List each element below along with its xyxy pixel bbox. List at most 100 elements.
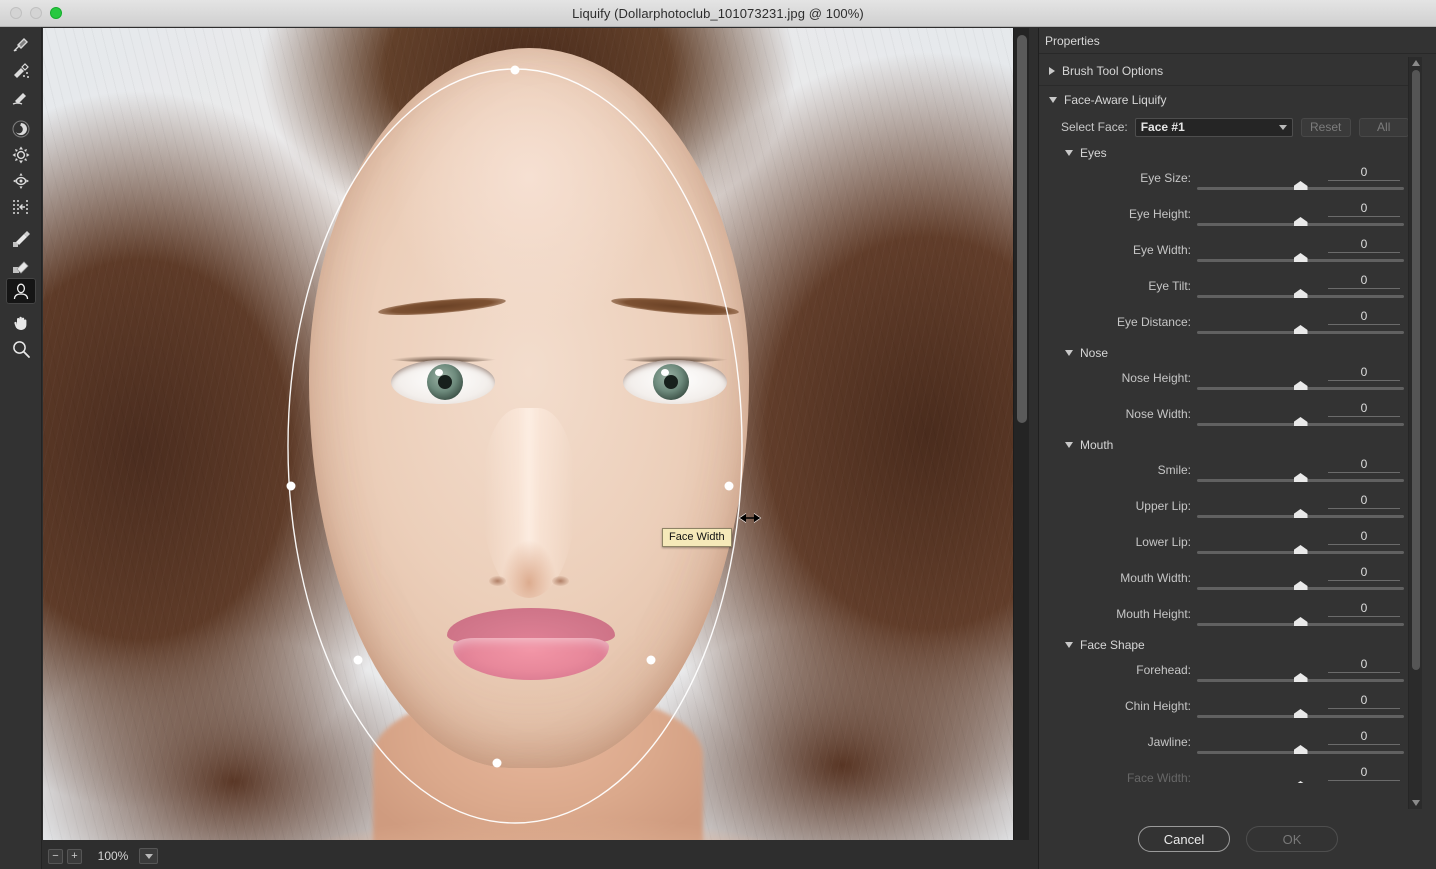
slider-thumb[interactable]	[1293, 473, 1308, 482]
chevron-down-icon	[1065, 350, 1073, 356]
slider-value-input[interactable]: 0	[1328, 237, 1400, 253]
slider-track[interactable]	[1197, 709, 1404, 718]
slider-track[interactable]	[1197, 417, 1404, 426]
slider-value-input[interactable]: 0	[1328, 457, 1400, 473]
slider-track[interactable]	[1197, 617, 1404, 626]
slider-value-input[interactable]: 0	[1328, 565, 1400, 581]
slider-label: Lower Lip:	[1135, 535, 1191, 549]
slider-thumb[interactable]	[1293, 673, 1308, 682]
slider-thumb[interactable]	[1293, 253, 1308, 262]
smooth-tool[interactable]	[6, 84, 36, 110]
zoom-out-button[interactable]: −	[48, 848, 63, 864]
section-eyes-label: Eyes	[1080, 146, 1107, 160]
slider-thumb[interactable]	[1293, 545, 1308, 554]
slider-value-input[interactable]: 0	[1328, 693, 1400, 709]
slider-thumb[interactable]	[1293, 325, 1308, 334]
properties-panel-scrollbar-thumb[interactable]	[1412, 70, 1420, 670]
slider-label: Eye Width:	[1132, 243, 1191, 257]
push-left-icon	[13, 200, 28, 214]
select-face-row: Select Face: Face #1 Reset All	[1039, 115, 1420, 139]
slider-thumb[interactable]	[1293, 617, 1308, 626]
bloat-tool[interactable]	[6, 168, 36, 194]
thaw-mask-tool[interactable]	[6, 252, 36, 278]
horizontal-resize-cursor-icon	[738, 512, 762, 524]
select-face-dropdown[interactable]: Face #1	[1134, 117, 1293, 137]
slider-thumb[interactable]	[1293, 217, 1308, 226]
slider-track[interactable]	[1197, 473, 1404, 482]
reset-all-faces-button[interactable]: All	[1358, 117, 1409, 137]
slider-value-input[interactable]: 0	[1328, 201, 1400, 217]
properties-panel-scrollbar[interactable]	[1408, 57, 1422, 809]
scroll-down-arrow-icon[interactable]	[1409, 797, 1423, 809]
slider-thumb[interactable]	[1293, 381, 1308, 390]
slider-track[interactable]	[1197, 673, 1404, 682]
chevron-down-icon	[1065, 442, 1073, 448]
push-left-tool[interactable]	[6, 194, 36, 220]
slider-value-input[interactable]: 0	[1328, 529, 1400, 545]
slider-value-input[interactable]: 0	[1328, 657, 1400, 673]
slider-value-input[interactable]: 0	[1328, 365, 1400, 381]
slider-thumb[interactable]	[1293, 181, 1308, 190]
cancel-button[interactable]: Cancel	[1138, 826, 1230, 852]
slider-track[interactable]	[1197, 181, 1404, 190]
zoom-tool[interactable]	[6, 336, 36, 362]
canvas-vertical-scrollbar[interactable]	[1013, 28, 1029, 840]
freeze-mask-tool[interactable]	[6, 226, 36, 252]
slider-value-input[interactable]: 0	[1328, 165, 1400, 181]
twirl-clockwise-tool[interactable]	[6, 116, 36, 142]
slider-value-input[interactable]: 0	[1328, 601, 1400, 617]
slider-thumb[interactable]	[1293, 709, 1308, 718]
face-tool[interactable]	[6, 278, 36, 304]
slider-thumb[interactable]	[1293, 745, 1308, 754]
section-brush-tool-options[interactable]: Brush Tool Options	[1039, 61, 1420, 81]
slider-thumb[interactable]	[1293, 289, 1308, 298]
slider-value-input[interactable]: 0	[1328, 493, 1400, 509]
face-width-tooltip: Face Width	[662, 528, 732, 547]
section-eyes[interactable]: Eyes	[1039, 143, 1420, 163]
section-mouth[interactable]: Mouth	[1039, 435, 1420, 455]
chevron-down-icon	[1278, 124, 1287, 130]
section-face-aware-liquify[interactable]: Face-Aware Liquify	[1039, 90, 1420, 110]
slider-value-input[interactable]: 0	[1328, 729, 1400, 745]
slider-row: Jawline: 0	[1039, 727, 1420, 763]
canvas-vertical-scrollbar-thumb[interactable]	[1017, 35, 1027, 423]
slider-value-input[interactable]: 0	[1328, 309, 1400, 325]
chevron-down-icon	[1065, 150, 1073, 156]
section-face-shape[interactable]: Face Shape	[1039, 635, 1420, 655]
section-nose[interactable]: Nose	[1039, 343, 1420, 363]
slider-thumb[interactable]	[1293, 581, 1308, 590]
slider-value-input[interactable]: 0	[1328, 401, 1400, 417]
reconstruct-tool[interactable]	[6, 58, 36, 84]
forward-warp-tool[interactable]	[6, 32, 36, 58]
image-canvas[interactable]: Face Width	[43, 28, 1013, 840]
slider-thumb[interactable]	[1293, 417, 1308, 426]
slider-track[interactable]	[1197, 545, 1404, 554]
properties-panel: Properties Brush Tool Options Face-Aware…	[1038, 28, 1436, 869]
slider-value-input[interactable]: 0	[1328, 765, 1400, 781]
slider-value-input[interactable]: 0	[1328, 273, 1400, 289]
slider-label: Chin Height:	[1124, 699, 1191, 713]
slider-track[interactable]	[1197, 253, 1404, 262]
pucker-tool[interactable]	[6, 142, 36, 168]
properties-scroll-area[interactable]: Brush Tool Options Face-Aware Liquify Se…	[1039, 55, 1420, 809]
zoom-in-button[interactable]: +	[67, 848, 82, 864]
slider-track[interactable]	[1197, 581, 1404, 590]
zoom-level-value[interactable]: 100%	[94, 849, 132, 863]
slider-track[interactable]	[1197, 509, 1404, 518]
slider-row: Lower Lip: 0	[1039, 527, 1420, 563]
hand-tool[interactable]	[6, 310, 36, 336]
slider-track[interactable]	[1197, 217, 1404, 226]
slider-thumb[interactable]	[1293, 509, 1308, 518]
slider-thumb[interactable]	[1293, 781, 1308, 783]
slider-track[interactable]	[1197, 325, 1404, 334]
zoom-level-dropdown[interactable]	[139, 848, 158, 864]
section-face-aware-liquify-label: Face-Aware Liquify	[1064, 93, 1167, 107]
scroll-up-arrow-icon[interactable]	[1409, 57, 1423, 69]
slider-row: Nose Height: 0	[1039, 363, 1420, 399]
canvas-statusbar: − + 100%	[43, 843, 1013, 869]
slider-track[interactable]	[1197, 289, 1404, 298]
reset-face-button[interactable]: Reset	[1300, 117, 1351, 137]
ok-button[interactable]: OK	[1246, 826, 1338, 852]
slider-track[interactable]	[1197, 745, 1404, 754]
slider-track[interactable]	[1197, 381, 1404, 390]
